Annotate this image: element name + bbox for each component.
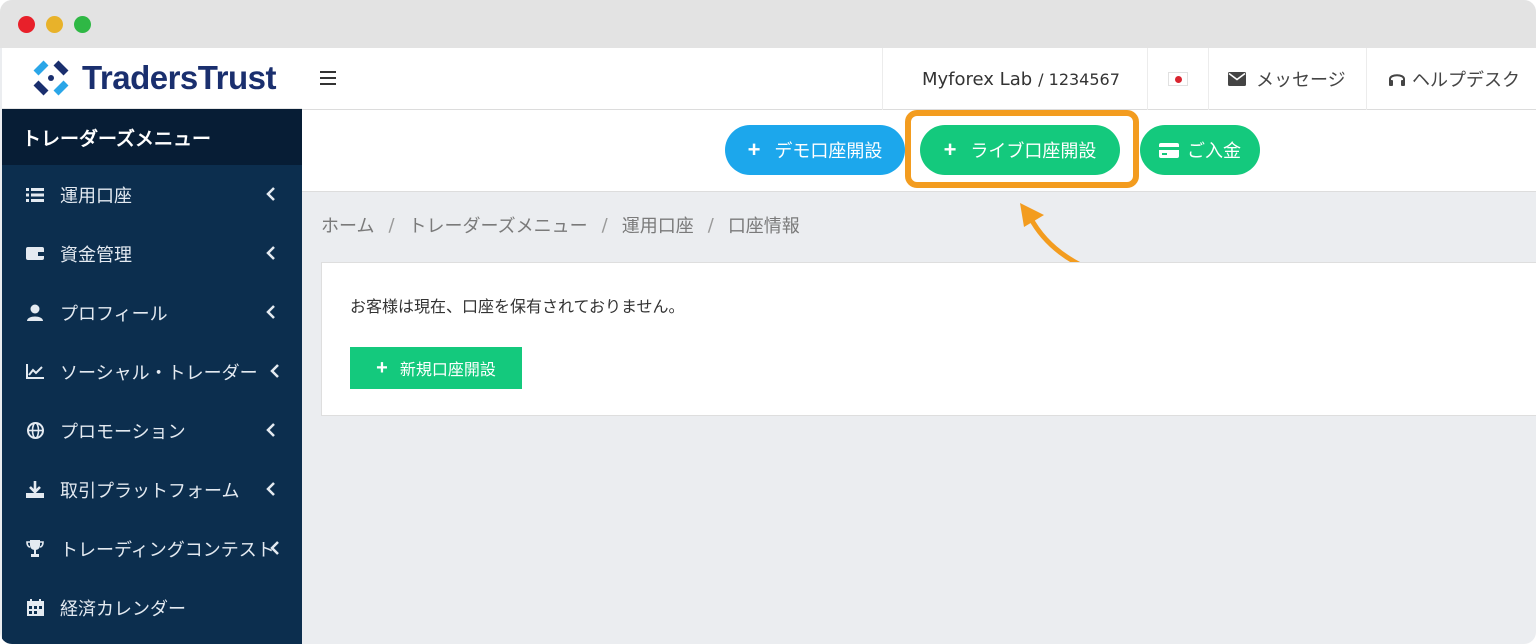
messages-label: メッセージ — [1256, 70, 1346, 91]
plus-icon: + — [747, 137, 761, 162]
chevron-left-icon — [266, 482, 275, 496]
minimize-window-button[interactable] — [46, 16, 63, 33]
button-label: 新規口座開設 — [399, 362, 496, 379]
chevron-left-icon — [270, 541, 279, 555]
browser-window: TradersTrust トレーダーズメニュー 運用口座 資金管理 プロフィール — [0, 0, 1536, 644]
envelope-icon — [1228, 72, 1246, 86]
close-window-button[interactable] — [18, 16, 35, 33]
chevron-left-icon — [266, 246, 275, 260]
account-info-card: お客様は現在、口座を保有されておりません。 + 新規口座開設 — [321, 262, 1536, 416]
divider — [1147, 48, 1148, 110]
sidebar-item-label: 取引プラットフォーム — [60, 480, 240, 502]
sidebar-item-contest[interactable]: トレーディングコンテスト — [2, 519, 302, 578]
deposit-button[interactable]: ご入金 — [1140, 125, 1260, 175]
open-demo-account-button[interactable]: + デモ口座開設 — [725, 125, 905, 175]
sidebar-item-label: 経済カレンダー — [60, 598, 186, 620]
breadcrumb-account-info: 口座情報 — [727, 216, 800, 237]
chart-line-icon — [24, 361, 46, 383]
credit-card-icon — [1159, 142, 1179, 158]
sidebar-item-calendar[interactable]: 経済カレンダー — [2, 578, 302, 637]
window-titlebar — [0, 0, 1536, 48]
sidebar-item-profile[interactable]: プロフィール — [2, 283, 302, 342]
breadcrumb-traders-menu[interactable]: トレーダーズメニュー — [409, 212, 588, 238]
logo-text: TradersTrust — [82, 59, 276, 96]
account-number: / 1234567 — [1038, 69, 1120, 89]
breadcrumb-accounts[interactable]: 運用口座 — [622, 212, 694, 238]
messages-link[interactable]: メッセージ — [1228, 48, 1346, 110]
divider — [882, 48, 883, 110]
sidebar-header: トレーダーズメニュー — [2, 109, 302, 165]
button-label: デモ口座開設 — [774, 141, 883, 161]
japan-flag-icon[interactable] — [1168, 72, 1188, 86]
sidebar-item-label: 運用口座 — [60, 185, 132, 207]
sidebar-item-label: 資金管理 — [60, 244, 132, 266]
no-account-message: お客様は現在、口座を保有されておりません。 — [350, 297, 685, 316]
hamburger-menu-icon[interactable] — [320, 70, 338, 86]
user-icon — [24, 302, 46, 324]
headset-icon — [1389, 74, 1405, 86]
button-label: ご入金 — [1187, 141, 1241, 161]
sidebar-item-label: プロフィール — [60, 303, 168, 325]
calendar-icon — [24, 597, 46, 619]
top-navbar: Myforex Lab / 1234567 メッセージ ヘルプデスク — [302, 48, 1536, 110]
breadcrumb-separator: / — [601, 214, 608, 236]
helpdesk-label: ヘルプデスク — [1412, 70, 1520, 91]
breadcrumb-separator: / — [388, 214, 395, 236]
divider — [1208, 48, 1209, 110]
sidebar-item-label: プロモーション — [60, 421, 186, 443]
new-account-button[interactable]: + 新規口座開設 — [350, 347, 522, 389]
breadcrumb: ホーム / トレーダーズメニュー / 運用口座 / 口座情報 — [321, 210, 800, 240]
sidebar-item-platform[interactable]: 取引プラットフォーム — [2, 460, 302, 519]
breadcrumb-home[interactable]: ホーム — [321, 212, 374, 238]
sidebar-item-accounts[interactable]: 運用口座 — [2, 165, 302, 224]
sidebar-item-promotion[interactable]: プロモーション — [2, 401, 302, 460]
plus-icon: + — [376, 356, 388, 379]
download-icon — [24, 479, 46, 501]
sidebar-item-label: ソーシャル・トレーダー — [60, 362, 258, 384]
brand-logo[interactable]: TradersTrust — [2, 48, 302, 109]
chevron-left-icon — [266, 305, 275, 319]
helpdesk-link[interactable]: ヘルプデスク — [1388, 48, 1520, 110]
highlight-box — [905, 110, 1139, 188]
breadcrumb-separator: / — [707, 214, 714, 236]
maximize-window-button[interactable] — [74, 16, 91, 33]
sidebar-item-social-trader[interactable]: ソーシャル・トレーダー — [2, 342, 302, 401]
list-icon — [24, 184, 46, 206]
chevron-left-icon — [266, 423, 275, 437]
globe-icon — [24, 420, 46, 442]
sidebar: トレーダーズメニュー 運用口座 資金管理 プロフィール ソーシャル・トレーダー … — [2, 109, 302, 644]
user-account-menu[interactable]: Myforex Lab / 1234567 — [922, 48, 1120, 110]
chevron-left-icon — [270, 364, 279, 378]
user-name: Myforex Lab — [922, 68, 1033, 90]
trophy-icon — [24, 538, 46, 560]
wallet-icon — [24, 243, 46, 265]
traders-trust-logo-icon — [33, 60, 69, 96]
sidebar-item-label: トレーディングコンテスト — [60, 539, 275, 561]
divider — [1366, 48, 1367, 110]
sidebar-item-funds[interactable]: 資金管理 — [2, 224, 302, 283]
chevron-left-icon — [266, 187, 275, 201]
